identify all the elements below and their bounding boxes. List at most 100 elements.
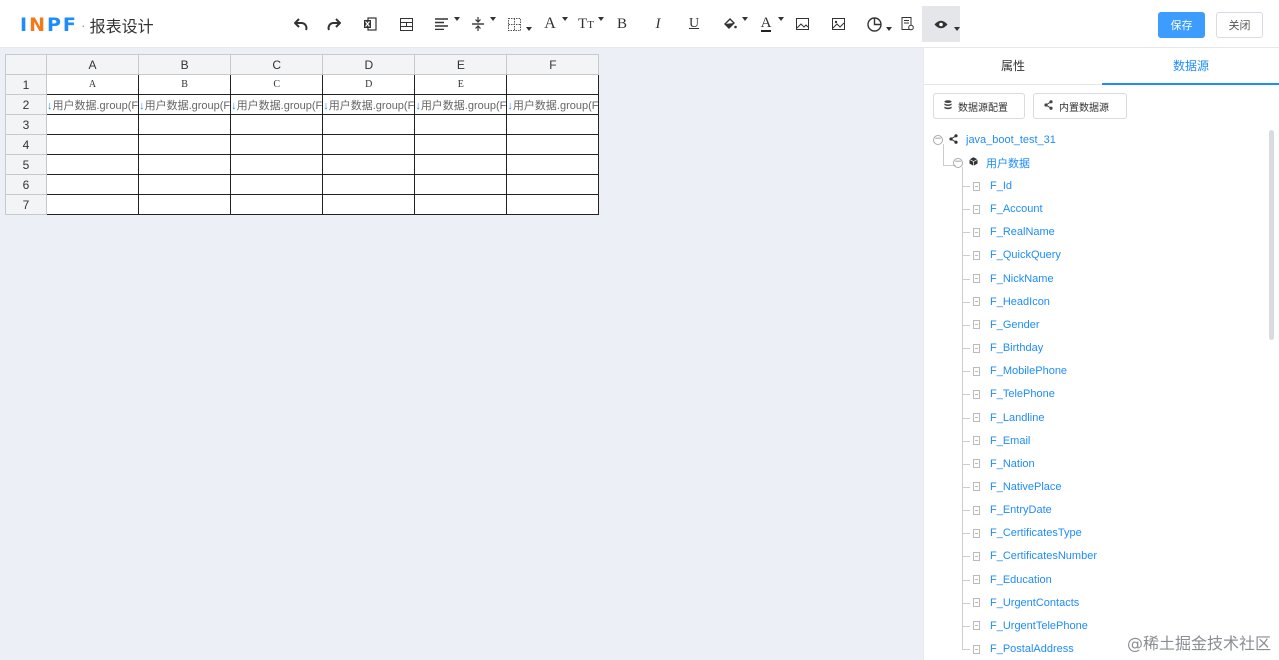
tab-properties[interactable]: 属性	[924, 48, 1102, 85]
sheet-cell[interactable]	[506, 114, 600, 135]
sheet-cell[interactable]	[45, 154, 140, 175]
border-icon[interactable]	[496, 6, 532, 42]
tree-field[interactable]: F_CertificatesType	[973, 523, 1082, 543]
excel-icon[interactable]	[352, 6, 388, 42]
sheet-cell[interactable]	[138, 154, 232, 175]
row-header[interactable]: 3	[5, 114, 47, 135]
tree-dataset[interactable]: − 用户数据	[953, 153, 1030, 173]
sheet-cell[interactable]: E	[414, 74, 508, 95]
row-header[interactable]: 1	[5, 74, 47, 95]
tree-field[interactable]: F_RealName	[973, 222, 1055, 242]
picture-icon[interactable]	[820, 6, 856, 42]
tree-field[interactable]: F_Email	[973, 431, 1030, 451]
sheet-cell[interactable]	[138, 134, 232, 155]
tree-field[interactable]: F_Landline	[973, 408, 1044, 428]
sheet-cell[interactable]: A	[45, 74, 140, 95]
tree-field[interactable]: F_TelePhone	[973, 384, 1055, 404]
tree-field[interactable]: F_NickName	[973, 269, 1054, 289]
row-header[interactable]: 2	[5, 94, 47, 115]
sheet-cell[interactable]: ↓用户数据.group(F	[414, 94, 508, 115]
font-color-icon[interactable]: A	[748, 6, 784, 42]
print-icon[interactable]	[892, 6, 922, 42]
sheet-cell[interactable]	[230, 174, 324, 195]
tree-field[interactable]: F_CertificatesNumber	[973, 546, 1097, 566]
fill-color-icon[interactable]	[712, 6, 748, 42]
sheet-cell[interactable]	[322, 194, 416, 215]
close-button[interactable]: 关闭	[1216, 12, 1263, 38]
sheet-cell[interactable]	[45, 114, 140, 135]
align-left-icon[interactable]	[424, 6, 460, 42]
datasource-config-button[interactable]: 数据源配置	[933, 93, 1025, 119]
sheet-cell[interactable]: ↓用户数据.group(F	[230, 94, 324, 115]
tree-field[interactable]: F_UrgentTelePhone	[973, 616, 1088, 636]
scrollbar[interactable]	[1269, 130, 1274, 340]
sheet-cell[interactable]	[414, 174, 508, 195]
tree-field[interactable]: F_Account	[973, 199, 1043, 219]
merge-cells-icon[interactable]	[388, 6, 424, 42]
sheet-cell[interactable]	[138, 194, 232, 215]
underline-icon[interactable]: U	[676, 6, 712, 42]
sheet-cell[interactable]: B	[138, 74, 232, 95]
sheet-cell[interactable]: ↓用户数据.group(F	[138, 94, 232, 115]
sheet-cell[interactable]	[322, 114, 416, 135]
tree-field[interactable]: F_HeadIcon	[973, 292, 1050, 312]
font-size-icon[interactable]: TT	[568, 6, 604, 42]
tree-field[interactable]: F_Education	[973, 570, 1052, 590]
sheet-cell[interactable]	[322, 174, 416, 195]
sheet-cell[interactable]: C	[230, 74, 324, 95]
sheet-cell[interactable]	[414, 114, 508, 135]
sheet-cell[interactable]	[506, 134, 600, 155]
column-header[interactable]: D	[322, 54, 416, 75]
sheet-cell[interactable]: ↓用户数据.group(F	[45, 94, 140, 115]
sheet-cell[interactable]	[45, 194, 140, 215]
column-header[interactable]: E	[414, 54, 508, 75]
sheet-cell[interactable]: ↓用户数据.group(F	[506, 94, 600, 115]
bold-icon[interactable]: B	[604, 6, 640, 42]
tree-field[interactable]: F_NativePlace	[973, 477, 1062, 497]
italic-icon[interactable]: I	[640, 6, 676, 42]
sheet-cell[interactable]	[322, 134, 416, 155]
sheet-cell[interactable]	[45, 174, 140, 195]
column-header[interactable]: C	[230, 54, 324, 75]
sheet-cell[interactable]	[506, 174, 600, 195]
row-header[interactable]: 7	[5, 194, 47, 215]
sheet-cell[interactable]: ↓用户数据.group(F	[322, 94, 416, 115]
sheet-cell[interactable]	[414, 134, 508, 155]
sheet-cell[interactable]	[138, 114, 232, 135]
preview-icon[interactable]	[922, 6, 960, 42]
sheet-cell[interactable]	[414, 194, 508, 215]
column-header[interactable]: A	[45, 54, 140, 75]
row-header[interactable]: 6	[5, 174, 47, 195]
tree-field[interactable]: F_PostalAddress	[973, 639, 1074, 659]
image-icon[interactable]	[784, 6, 820, 42]
tree-field[interactable]: F_Nation	[973, 454, 1035, 474]
sheet-cell[interactable]	[506, 194, 600, 215]
font-family-icon[interactable]: A	[532, 6, 568, 42]
sheet-cell[interactable]	[506, 74, 600, 95]
chart-icon[interactable]	[856, 6, 892, 42]
tree-root[interactable]: − java_boot_test_31	[933, 130, 1056, 150]
sheet-cell[interactable]	[506, 154, 600, 175]
tree-field[interactable]: F_Id	[973, 176, 1012, 196]
sheet-cell[interactable]	[414, 154, 508, 175]
sheet-cell[interactable]	[138, 174, 232, 195]
column-header[interactable]: B	[138, 54, 232, 75]
sheet-cell[interactable]	[230, 114, 324, 135]
sheet-cell[interactable]	[230, 134, 324, 155]
tree-field[interactable]: F_EntryDate	[973, 500, 1052, 520]
column-header[interactable]: F	[506, 54, 600, 75]
undo-icon[interactable]	[286, 6, 316, 42]
tab-datasource[interactable]: 数据源	[1102, 48, 1279, 85]
tree-field[interactable]: F_MobilePhone	[973, 361, 1067, 381]
sheet-cell[interactable]	[230, 194, 324, 215]
vertical-align-icon[interactable]	[460, 6, 496, 42]
sheet-corner[interactable]	[5, 54, 47, 75]
tree-field[interactable]: F_Gender	[973, 315, 1040, 335]
sheet-cell[interactable]	[230, 154, 324, 175]
sheet-cell[interactable]: D	[322, 74, 416, 95]
collapse-icon[interactable]: −	[953, 158, 963, 168]
sheet-cell[interactable]	[45, 134, 140, 155]
tree-field[interactable]: F_QuickQuery	[973, 245, 1061, 265]
collapse-icon[interactable]: −	[933, 135, 943, 145]
row-header[interactable]: 5	[5, 154, 47, 175]
